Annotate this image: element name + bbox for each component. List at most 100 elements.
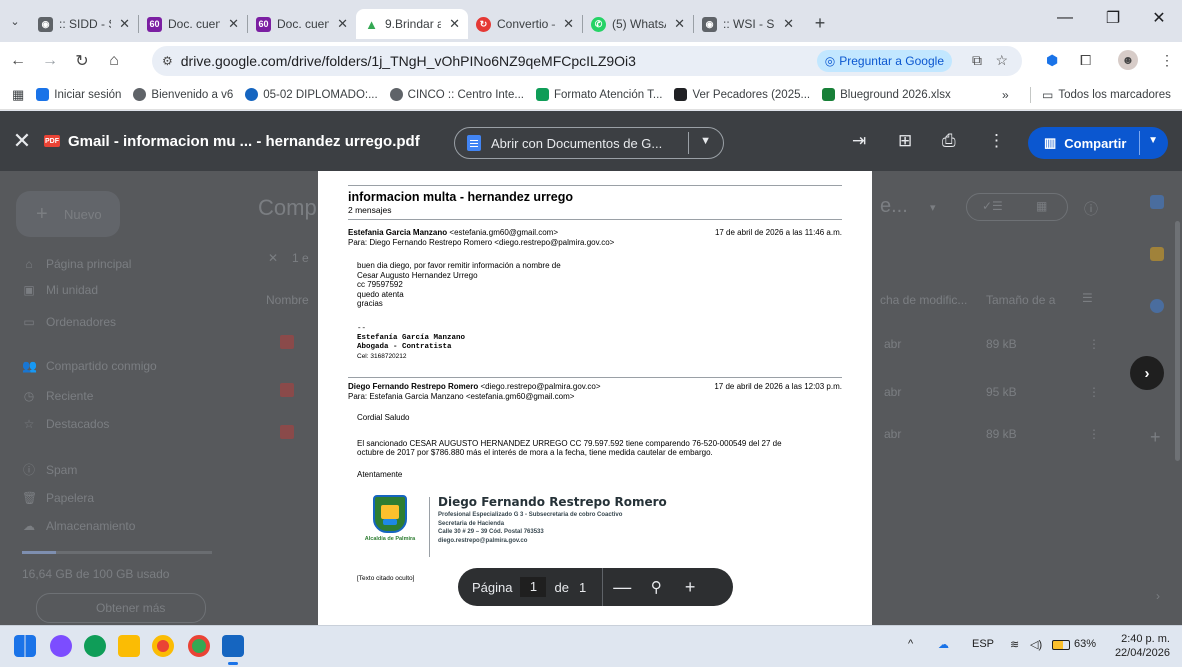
bookmark-item[interactable]: Bienvenido a v6 (133, 88, 233, 101)
extension-icon[interactable]: ⬢ (1046, 52, 1058, 69)
apps-grid-icon[interactable]: ▦ (12, 87, 24, 103)
sidebar-item-spam[interactable]: ⓘ Spam (22, 461, 77, 478)
cloud-sync-icon[interactable]: ☁ (938, 638, 949, 651)
message-count: 2 mensajes (348, 205, 392, 215)
address-bar[interactable]: ⚙ drive.google.com/drive/folders/1j_TNgH… (152, 46, 1022, 76)
more-vert-icon[interactable]: ⋮ (1088, 427, 1100, 441)
info-icon[interactable]: ⓘ (1084, 199, 1098, 219)
bookmark-item[interactable]: Formato Atención T... (536, 88, 662, 101)
browser-tab[interactable]: ◉ :: SIDD - Sister ✕ (30, 9, 138, 39)
share-label: Compartir (1064, 135, 1127, 151)
navigation-bar: ← → ↻ ⌂ ⚙ drive.google.com/drive/folders… (0, 42, 1182, 80)
file-explorer-icon[interactable] (118, 635, 140, 657)
more-vert-icon[interactable]: ⋮ (1088, 385, 1100, 399)
bookmarks-overflow-button[interactable]: » (1002, 88, 1009, 102)
chevron-right-icon[interactable]: › (1156, 589, 1160, 603)
more-vert-icon[interactable]: ⋮ (1088, 337, 1100, 351)
close-icon[interactable]: ✕ (783, 16, 794, 32)
forward-button[interactable]: → (36, 47, 64, 75)
system-clock[interactable]: 2:40 p. m. 22/04/2026 (1115, 632, 1170, 660)
site-info-icon[interactable]: ⚙ (162, 54, 173, 68)
app-icon[interactable] (222, 635, 244, 657)
volume-icon[interactable]: ◁) (1030, 638, 1042, 651)
zoom-icon[interactable]: ⚲ (641, 578, 671, 596)
install-app-icon[interactable]: ⧉ (972, 52, 982, 69)
sidebar-item-shared[interactable]: 👥 Compartido conmigo (22, 359, 157, 373)
kebab-menu-icon[interactable]: ⋮ (1160, 52, 1174, 69)
list-view-icon[interactable]: ✓☰ (982, 199, 1003, 213)
chrome-icon[interactable] (152, 635, 174, 657)
row-modified: abr (884, 385, 902, 399)
sidebar-label: Compartido conmigo (46, 359, 157, 373)
browser-tab[interactable]: ✆ (5) WhatsApp ✕ (583, 9, 693, 39)
new-window-icon[interactable]: ⊞ (898, 131, 912, 151)
battery-icon[interactable] (1052, 640, 1070, 650)
copilot-icon[interactable] (50, 635, 72, 657)
print-icon[interactable]: ⎙ (942, 131, 956, 151)
browser-tab-active[interactable]: ▲ 9.Brindar apoy ✕ (356, 9, 468, 39)
language-indicator[interactable]: ESP (972, 638, 994, 650)
all-bookmarks-button[interactable]: ▭ Todos los marcadores (1042, 88, 1171, 102)
close-preview-button[interactable]: ✕ (0, 128, 44, 154)
grid-view-icon[interactable]: ▦ (1036, 199, 1047, 213)
browser-tab[interactable]: 60 Doc. cuenta d ✕ (248, 9, 356, 39)
minimize-button[interactable]: — (1042, 0, 1088, 36)
sidebar-item-recent[interactable]: ◷ Reciente (22, 389, 94, 403)
signature-email[interactable]: diego.restrepo@palmira.gov.co (438, 537, 667, 546)
close-icon[interactable]: ✕ (449, 16, 460, 32)
home-button[interactable]: ⌂ (100, 47, 128, 75)
sidebar-item-starred[interactable]: ☆ Destacados (22, 417, 110, 431)
next-file-button[interactable]: › (1130, 356, 1164, 390)
close-icon[interactable]: ✕ (674, 16, 685, 32)
scrollbar[interactable] (1175, 221, 1180, 461)
sidebar-item-trash[interactable]: 🗑 Papelera (22, 491, 94, 505)
keep-icon[interactable] (1150, 247, 1164, 261)
restore-button[interactable]: ❐ (1090, 0, 1136, 36)
close-icon[interactable]: ✕ (228, 16, 239, 32)
dropdown-arrow-icon[interactable]: ▼ (1148, 135, 1158, 146)
tasks-icon[interactable] (1150, 299, 1164, 313)
wifi-icon[interactable]: ≋ (1010, 638, 1019, 651)
share-button[interactable]: ▥ Compartir ▼ (1028, 127, 1168, 159)
bookmark-item[interactable]: 05-02 DIPLOMADO:... (245, 88, 378, 101)
bookmark-item[interactable]: Ver Pecadores (2025... (674, 88, 810, 101)
close-icon[interactable]: ✕ (563, 16, 574, 32)
browser-tab[interactable]: ↻ Convertio — ( ✕ (468, 9, 582, 39)
sidebar-item-home[interactable]: ⌂ Página principal (22, 257, 131, 271)
close-icon[interactable]: ✕ (119, 16, 130, 32)
close-window-button[interactable]: ✕ (1136, 0, 1182, 36)
drive-favicon-icon: ▲ (365, 16, 378, 32)
chevron-up-icon[interactable]: ^ (908, 638, 913, 650)
bookmark-star-icon[interactable]: ☆ (995, 52, 1008, 69)
windows-start-icon[interactable] (14, 635, 36, 657)
add-addon-icon[interactable]: + (1150, 427, 1161, 448)
page-number-input[interactable]: 1 (520, 577, 547, 597)
sort-icon[interactable]: ☰ (1082, 291, 1093, 305)
calendar-icon[interactable] (1150, 195, 1164, 209)
browser-tab[interactable]: ◉ :: WSI - SisDo ✕ (694, 9, 802, 39)
sidebar-item-computers[interactable]: ▭ Ordenadores (22, 315, 116, 329)
profile-avatar[interactable]: ☻ (1118, 50, 1138, 70)
zoom-in-button[interactable]: + (675, 577, 705, 598)
dropdown-arrow-icon[interactable]: ▼ (700, 135, 711, 147)
chrome-profile-icon[interactable] (188, 635, 210, 657)
reload-button[interactable]: ↻ (68, 47, 96, 75)
bookmark-item[interactable]: Blueground 2026.xlsx (822, 88, 951, 101)
edge-icon[interactable] (84, 635, 106, 657)
sidebar-item-my-drive[interactable]: ▣ Mi unidad (22, 283, 98, 297)
close-icon[interactable]: ✕ (337, 16, 348, 32)
bookmark-item[interactable]: CINCO :: Centro Inte... (389, 88, 524, 101)
new-tab-button[interactable]: + (806, 9, 834, 37)
bookmark-item[interactable]: Iniciar sesión (36, 88, 121, 101)
ask-google-button[interactable]: ◎ Preguntar a Google (816, 50, 952, 72)
close-icon[interactable]: ✕ (268, 251, 278, 265)
zoom-out-button[interactable]: — (607, 577, 637, 598)
more-options-icon[interactable]: ⋮ (988, 131, 1005, 151)
sidebar-item-storage[interactable]: ☁ Almacenamiento (22, 519, 135, 533)
extensions-puzzle-icon[interactable]: ⧠ (1080, 52, 1091, 69)
open-with-docs-button[interactable]: Abrir con Documentos de G... ▼ (454, 127, 724, 159)
tab-search-menu[interactable]: ⌄ (0, 7, 30, 35)
browser-tab[interactable]: 60 Doc. cuenta d ✕ (139, 9, 247, 39)
back-button[interactable]: ← (4, 47, 32, 75)
add-to-drive-icon[interactable]: ⇥ (852, 131, 866, 151)
